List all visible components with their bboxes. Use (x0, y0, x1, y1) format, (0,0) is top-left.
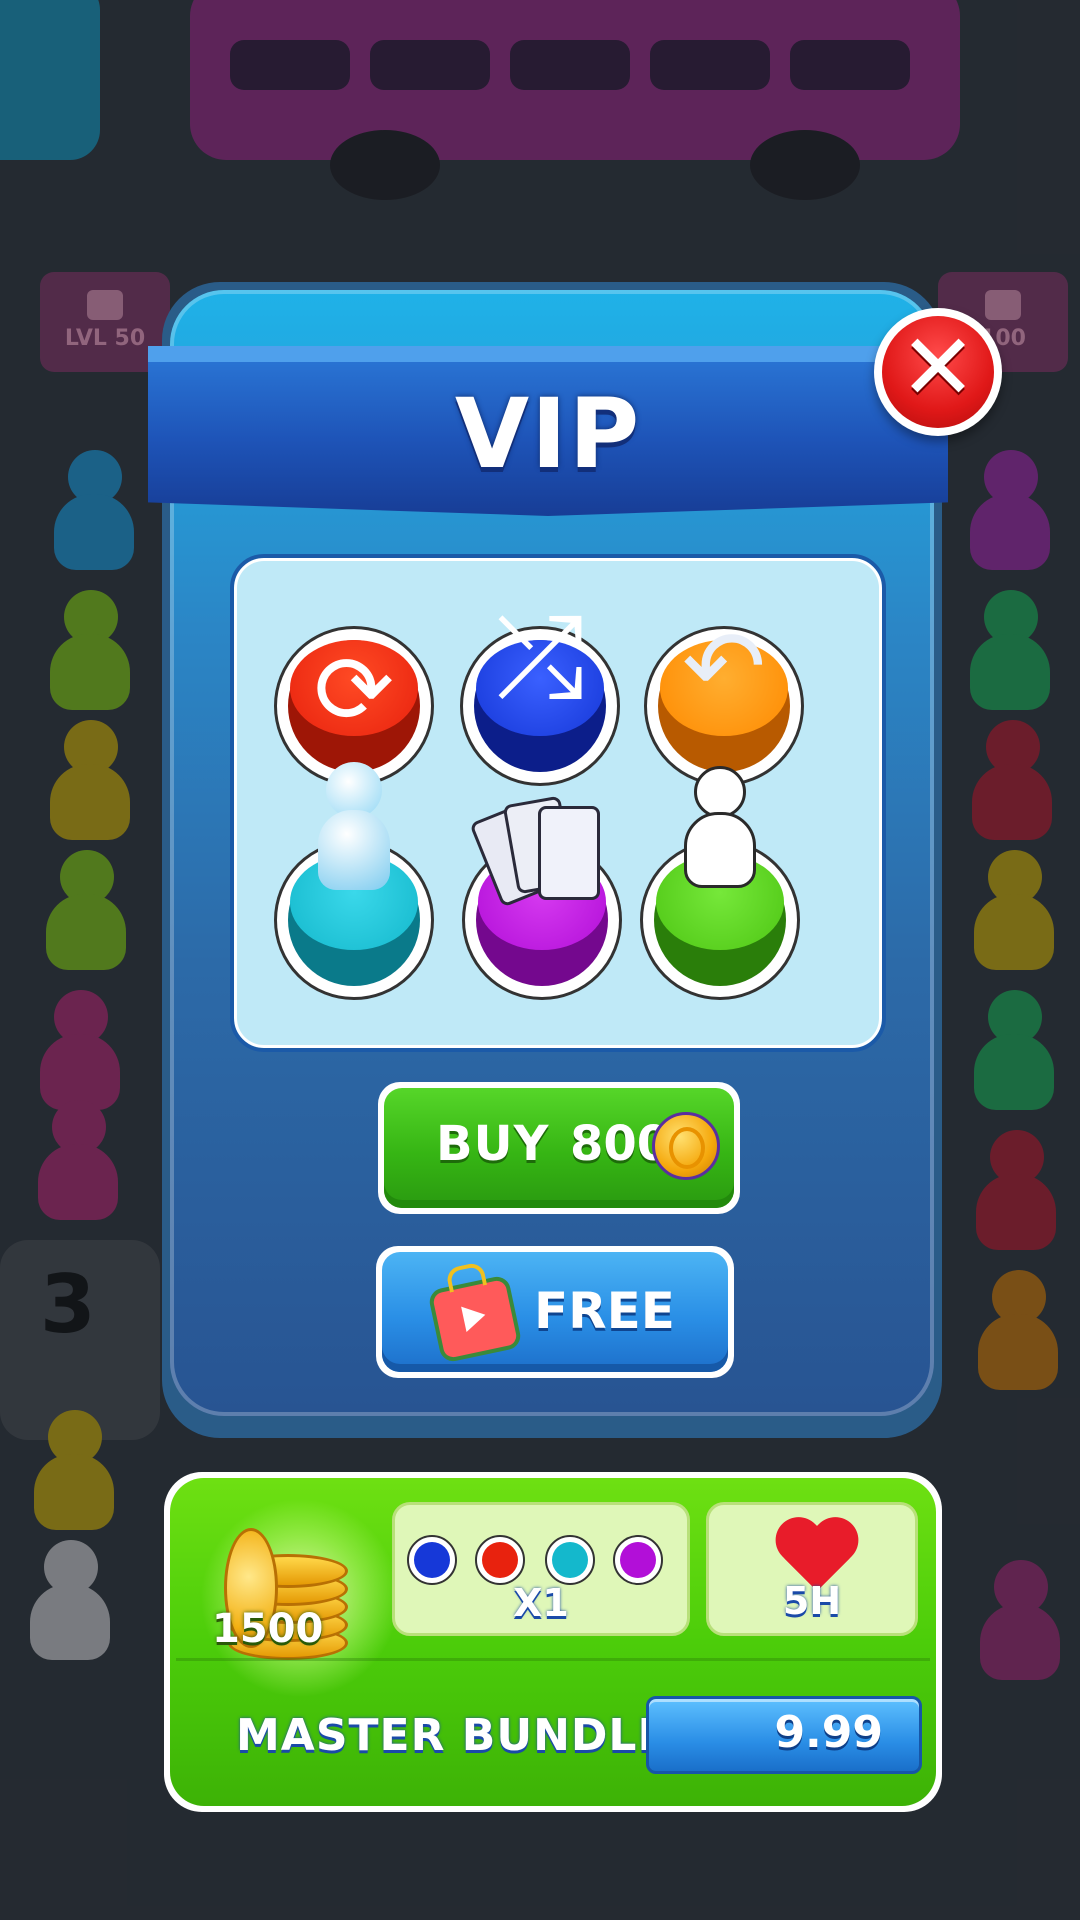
refresh-icon: ⟳ (313, 634, 395, 746)
bundle-lives: 5H (706, 1502, 918, 1636)
shuffle-booster: ⤮ (460, 592, 620, 786)
free-button[interactable]: FREE (376, 1246, 734, 1378)
bundle-boosters: X1 (392, 1502, 690, 1636)
buy-button[interactable]: BUY 800 (378, 1082, 740, 1214)
lives-duration: 5H (782, 1579, 842, 1623)
bundle-price-button[interactable]: 9.99 (646, 1696, 922, 1774)
refresh-icon (475, 1535, 525, 1585)
frozen-figure-icon (318, 762, 390, 922)
free-label: FREE (534, 1282, 675, 1340)
buy-label: BUY (436, 1116, 550, 1172)
video-ad-icon (427, 1261, 523, 1364)
close-button[interactable]: ✕ (874, 308, 1002, 436)
coin-icon (652, 1112, 720, 1180)
undo-icon: ↶ (682, 608, 766, 725)
booster-count: X1 (513, 1581, 569, 1625)
cards-icon (462, 792, 622, 912)
bundle-name: MASTER BUNDLE (236, 1710, 669, 1761)
cards-icon (613, 1535, 663, 1585)
person-icon (684, 766, 756, 916)
booster-grid: ⟳ ⤮ ↶ (230, 554, 886, 1052)
dialog-title: VIP (454, 378, 642, 490)
undo-booster: ↶ (644, 608, 804, 786)
freeze-booster (274, 762, 434, 1000)
shuffle-icon (407, 1535, 457, 1585)
extra-person-booster (640, 766, 800, 1000)
frozen-figure-icon (545, 1535, 595, 1585)
shuffle-icon: ⤮ (495, 592, 585, 722)
bundle-coins: 1500 (212, 1606, 324, 1652)
master-bundle-card[interactable]: 1500 X1 5H MASTER BUNDLE 9.99 (164, 1472, 942, 1812)
cards-booster (462, 795, 622, 1000)
close-x-icon: ✕ (899, 314, 977, 421)
bundle-price: 9.99 (774, 1707, 883, 1758)
